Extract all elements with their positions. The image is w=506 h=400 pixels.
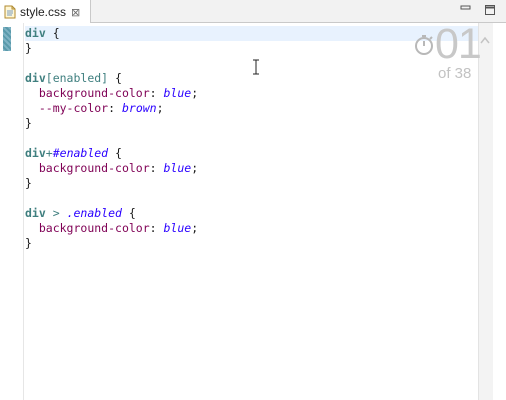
css-file-icon [4, 5, 16, 19]
code-token: ; [191, 86, 199, 100]
code-line[interactable]: } [25, 236, 478, 251]
code-line[interactable]: background-color: blue; [25, 221, 478, 236]
chevron-up-icon[interactable] [480, 29, 490, 48]
text-cursor-icon [252, 59, 260, 79]
code-token: } [25, 236, 32, 250]
code-token: ; [156, 101, 164, 115]
code-line[interactable]: } [25, 116, 478, 131]
code-token: background-color [38, 86, 150, 100]
code-token: : [149, 221, 164, 235]
code-token: } [25, 41, 32, 55]
maximize-icon[interactable] [483, 3, 497, 17]
code-token: .enabled [66, 206, 122, 220]
code-token: background-color [38, 221, 150, 235]
code-token: [enabled] [45, 71, 109, 85]
code-token: + [45, 146, 53, 160]
code-token: div [25, 71, 46, 85]
code-token: brown [121, 101, 157, 115]
code-token: blue [163, 86, 192, 100]
code-line[interactable]: } [25, 176, 478, 191]
minimize-icon[interactable] [459, 3, 473, 17]
code-token: ; [191, 221, 199, 235]
code-token: div [25, 206, 46, 220]
code-token: #enabled [52, 146, 109, 160]
code-token: blue [163, 221, 192, 235]
counter-total: of 38 [438, 65, 472, 82]
code-token: ; [191, 161, 199, 175]
code-token: background-color [38, 161, 150, 175]
code-token: : [149, 86, 164, 100]
code-token: } [25, 176, 32, 190]
code-line[interactable]: } [25, 41, 478, 56]
code-line[interactable]: background-color: blue; [25, 161, 478, 176]
code-token: div [25, 146, 46, 160]
code-token: { [108, 71, 122, 85]
code-token: { [108, 146, 122, 160]
tab-label: style.css [20, 5, 67, 19]
change-marker [3, 27, 11, 51]
editor-gutter [0, 23, 24, 400]
code-token: { [121, 206, 136, 220]
tab-style-css[interactable]: style.css ⊠ [0, 0, 91, 24]
code-line[interactable]: div > .enabled { [25, 206, 478, 221]
code-token: : [149, 161, 164, 175]
stopwatch-icon [414, 34, 434, 60]
code-line[interactable]: ​ [25, 131, 478, 146]
code-line[interactable]: background-color: blue; [25, 86, 478, 101]
code-token: blue [163, 161, 192, 175]
code-line[interactable]: div+#enabled { [25, 146, 478, 161]
code-token: --my-color [38, 101, 109, 115]
code-token: > [45, 206, 67, 220]
code-token: { [45, 26, 60, 40]
editor-tab-bar: style.css ⊠ [0, 0, 506, 24]
code-line[interactable]: ​ [25, 191, 478, 206]
occurrence-counter: 01 of 38 [414, 20, 482, 84]
code-line[interactable]: --my-color: brown; [25, 101, 478, 116]
code-token: div [25, 26, 46, 40]
close-icon[interactable]: ⊠ [71, 7, 80, 18]
code-token: : [108, 101, 122, 115]
overview-ruler[interactable] [478, 23, 493, 400]
counter-number: 01 [435, 20, 482, 68]
code-token: } [25, 116, 32, 130]
code-line[interactable]: div { [25, 26, 478, 41]
